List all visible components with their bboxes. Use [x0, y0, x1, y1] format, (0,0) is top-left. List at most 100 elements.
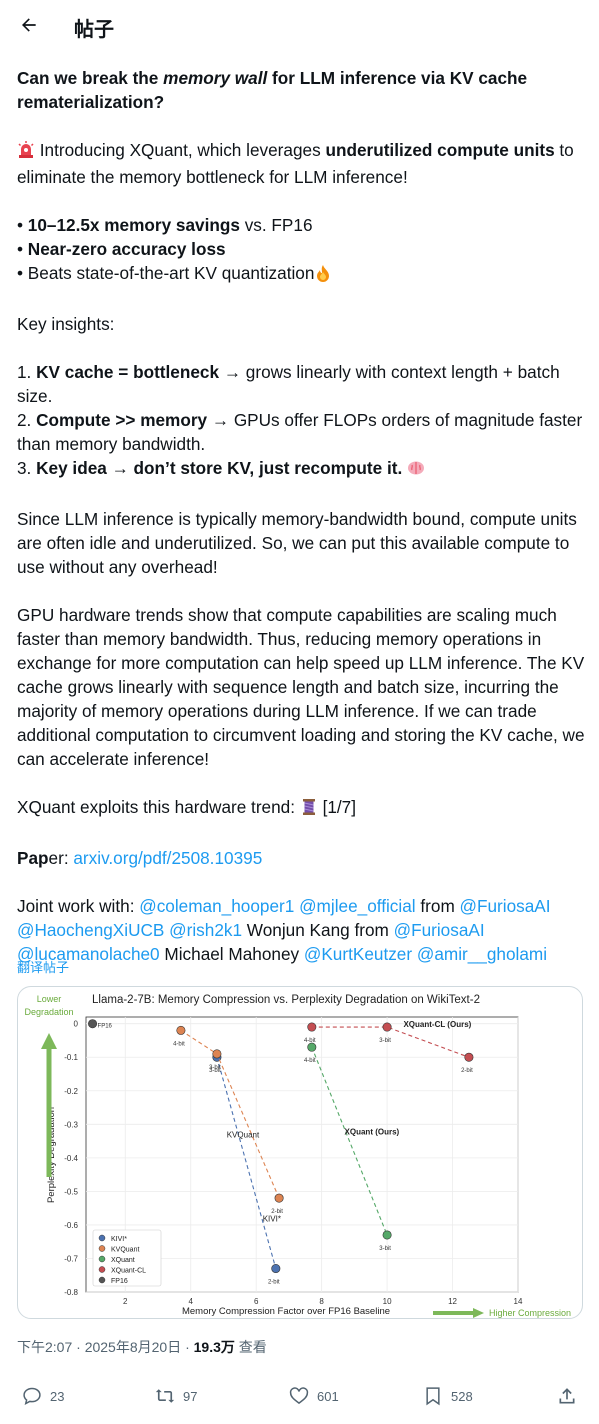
legend-entry: XQuant	[111, 1257, 135, 1264]
reply-button[interactable]: 23	[22, 1386, 64, 1406]
x-tick-label: 2	[123, 1297, 128, 1306]
insight-1: 1. KV cache = bottleneck → grows linearl…	[17, 360, 587, 408]
text-fragment: • Beats state-of-the-art KV quantization	[17, 263, 315, 283]
bullet-2: • Near-zero accuracy loss	[17, 237, 587, 261]
data-point	[271, 1264, 281, 1274]
legend-entry: KVQuant	[111, 1247, 139, 1254]
repost-icon	[155, 1389, 175, 1403]
mention-link[interactable]: @FuriosaAI	[394, 920, 485, 940]
y-tick-label: -0.6	[64, 1221, 78, 1230]
data-label: 3-bit	[379, 1246, 391, 1252]
x-tick-label: 10	[383, 1297, 392, 1306]
data-label: 2-bit	[461, 1068, 473, 1074]
legend-marker	[98, 1276, 106, 1284]
mention-link[interactable]: @KurtKeutzer	[304, 944, 412, 964]
data-point	[212, 1049, 222, 1059]
mention-link[interactable]: @coleman_hooper1	[139, 896, 294, 916]
text-fragment: Key idea → don’t store KV, just recomput…	[36, 458, 403, 478]
insight-3: 3. Key idea → don’t store KV, just recom…	[17, 456, 587, 483]
repost-count: 97	[183, 1388, 198, 1404]
text-fragment: from	[415, 896, 460, 916]
text-fragment: Wonjun Kang from	[242, 920, 394, 940]
text-fragment: Pap	[17, 848, 49, 868]
text-fragment: KV cache = bottleneck	[36, 362, 220, 382]
text-fragment: •	[17, 239, 28, 259]
exploit-line: XQuant exploits this hardware trend: [1/…	[17, 795, 587, 822]
mention-link[interactable]: @rish2k1	[169, 920, 242, 940]
data-point	[176, 1025, 186, 1035]
post-image-chart[interactable]: Llama-2-7B: Memory Compression vs. Perpl…	[17, 986, 583, 1319]
x-tick-label: 6	[254, 1297, 259, 1306]
y-tick-label: -0.4	[64, 1154, 78, 1163]
post-text: Can we break the memory wall for LLM inf…	[17, 66, 587, 966]
text-fragment: XQuant exploits this hardware trend:	[17, 797, 300, 817]
post-timestamp[interactable]: 下午2:07 · 2025年8月20日 ·	[17, 1339, 194, 1355]
post-question: Can we break the memory wall for LLM inf…	[17, 66, 587, 114]
text-fragment: 2.	[17, 410, 37, 430]
like-button[interactable]: 601	[289, 1386, 339, 1406]
text-fragment: •	[17, 215, 28, 235]
arrow-up-icon	[41, 1033, 57, 1049]
x-axis-label: Memory Compression Factor over FP16 Base…	[182, 1306, 390, 1317]
series-label: XQuant (Ours)	[345, 1127, 400, 1136]
bullet-3: • Beats state-of-the-art KV quantization	[17, 261, 587, 288]
key-insights-heading: Key insights:	[17, 314, 115, 334]
data-label: 4-bit	[304, 1038, 316, 1044]
paper-link[interactable]: arxiv.org/pdf/2508.10395	[73, 848, 262, 868]
action-bar: 23 97 601 528	[0, 1380, 599, 1416]
annotation-lower-degradation: Lower	[37, 994, 62, 1004]
legend-entry: FP16	[111, 1278, 128, 1285]
series-label: XQuant-CL (Ours)	[403, 1020, 471, 1029]
chart-title: Llama-2-7B: Memory Compression vs. Perpl…	[92, 994, 480, 1006]
data-label: 3-bit	[209, 1065, 221, 1071]
views-label: 查看	[234, 1339, 267, 1355]
data-point	[382, 1230, 392, 1240]
fire-emoji-icon	[314, 264, 332, 288]
paper-line: Paper: arxiv.org/pdf/2508.10395	[17, 846, 587, 870]
mention-link[interactable]: @FuriosaAI	[460, 896, 551, 916]
translate-post-link[interactable]: 翻译帖子	[17, 957, 69, 976]
share-icon	[559, 1388, 575, 1404]
text-fragment: memory wall	[163, 68, 268, 88]
text-fragment: Can we break the	[17, 68, 164, 88]
annotation-higher-compression: Higher Compression	[489, 1308, 571, 1318]
y-tick-label: -0.8	[64, 1288, 78, 1297]
data-point	[307, 1042, 317, 1052]
y-tick-label: 0	[74, 1020, 79, 1029]
data-label: 2-bit	[271, 1209, 283, 1215]
text-fragment: Compute >> memory	[36, 410, 208, 430]
repost-button[interactable]: 97	[155, 1386, 197, 1406]
mention-link[interactable]: @amir__gholami	[417, 944, 547, 964]
bullet-1: • 10–12.5x memory savings vs. FP16	[17, 213, 587, 237]
x-tick-label: 14	[514, 1297, 523, 1306]
insight-2: 2. Compute >> memory → GPUs offer FLOPs …	[17, 408, 587, 456]
mention-link[interactable]: @mjlee_official	[299, 896, 416, 916]
y-tick-label: -0.2	[64, 1087, 78, 1096]
y-tick-label: -0.5	[64, 1187, 78, 1196]
joint-work: Joint work with: @coleman_hooper1 @mjlee…	[17, 894, 587, 966]
text-fragment: underutilized compute units	[325, 140, 555, 160]
share-button[interactable]	[557, 1386, 585, 1406]
legend-marker	[98, 1234, 106, 1242]
text-fragment: [1/7]	[317, 797, 357, 817]
series-label: KVQuant	[227, 1131, 260, 1140]
text-fragment: Joint work with:	[17, 896, 140, 916]
post-intro: Introducing XQuant, which leverages unde…	[17, 138, 587, 189]
x-tick-label: 8	[319, 1297, 324, 1306]
data-label: 4-bit	[173, 1041, 185, 1047]
text-fragment: Michael Mahoney	[159, 944, 304, 964]
post-meta: 下午2:07 · 2025年8月20日 · 19.3万 查看	[17, 1337, 267, 1357]
view-count: 19.3万	[193, 1339, 235, 1355]
data-point	[464, 1052, 474, 1062]
data-label: 3-bit	[379, 1038, 391, 1044]
data-label: 2-bit	[268, 1280, 280, 1286]
bookmark-button[interactable]: 528	[423, 1386, 473, 1406]
mention-link[interactable]: @HaochengXiUCB	[17, 920, 164, 940]
x-tick-label: 12	[448, 1297, 457, 1306]
bookmark-icon	[426, 1387, 440, 1406]
reply-count: 23	[50, 1388, 65, 1404]
back-arrow-icon[interactable]	[12, 8, 46, 42]
like-count: 601	[317, 1388, 339, 1404]
bookmark-count: 528	[451, 1388, 473, 1404]
arrow-right-icon	[473, 1308, 484, 1318]
